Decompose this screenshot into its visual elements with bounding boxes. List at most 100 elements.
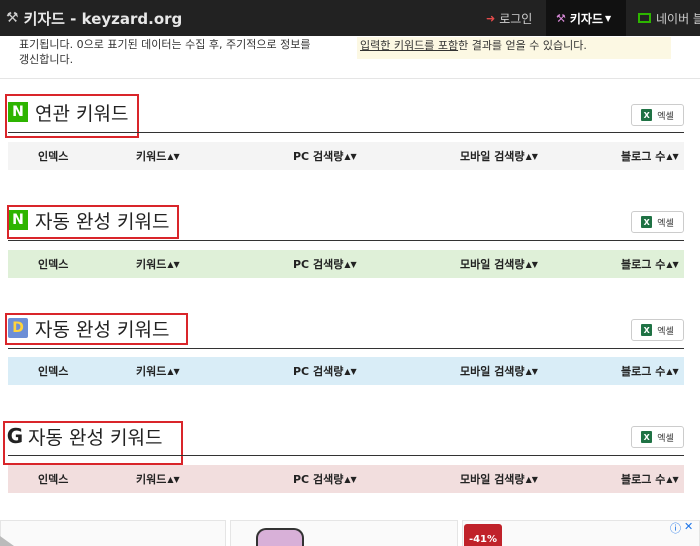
section-google-autocomplete: G 자동 완성 키워드 X 엑셀 인덱스 키워드 ▲▼ PC 검색량 ▲▼ 모바일 … [0,421,700,529]
sort-icon: ▲▼ [167,259,180,269]
naver-blog-link[interactable]: 네이버 블 [628,0,700,36]
info-text: 표기됩니다. 0으로 표기된 데이터는 수집 후, 주기적으로 정보를 갱신합니… [19,37,349,67]
column-header-mobile-volume-label: 모바일 검색량 [460,258,525,271]
caret-down-icon: ▼ [605,13,612,23]
info-callout: 입력한 키워드를 포함한 결과를 얻을 수 있습니다. [357,37,671,59]
excel-icon: X [641,109,653,121]
section-naver-related: N 연관 키워드 X 엑셀 인덱스 키워드 ▲▼ PC 검색량 ▲▼ 모바일 검색량… [0,94,700,205]
column-header-pc-volume-label: PC 검색량 [293,150,344,163]
section-daum-autocomplete: D 자동 완성 키워드 X 엑셀 인덱스 키워드 ▲▼ PC 검색량 ▲▼ 모바일 … [0,313,700,421]
info-text-line2: 갱신합니다. [19,53,74,66]
column-header-pc-volume[interactable]: PC 검색량 ▲▼ [293,142,357,170]
column-header-blog-count[interactable]: 블로그 수 ▲▼ [621,465,679,493]
column-header-blog-count-label: 블로그 수 [621,258,666,271]
excel-icon: X [641,324,653,336]
column-header-blog-count[interactable]: 블로그 수 ▲▼ [621,142,679,170]
column-header-mobile-volume[interactable]: 모바일 검색량 ▲▼ [460,250,538,278]
sort-icon: ▲▼ [666,259,679,269]
sort-icon: ▲▼ [344,474,357,484]
excel-export-button[interactable]: X 엑셀 [631,426,684,448]
column-header-keyword[interactable]: 키워드 ▲▼ [136,250,180,278]
sort-icon: ▲▼ [666,151,679,161]
naver-blog-label: 네이버 블 [656,11,700,26]
sort-icon: ▲▼ [666,366,679,376]
keyword-menu-label: 키자드 [569,11,603,26]
table-header: 인덱스 키워드 ▲▼ PC 검색량 ▲▼ 모바일 검색량 ▲▼ 블로그 수 ▲▼ [8,142,684,170]
column-header-keyword[interactable]: 키워드 ▲▼ [136,465,180,493]
table-header: 인덱스 키워드 ▲▼ PC 검색량 ▲▼ 모바일 검색량 ▲▼ 블로그 수 ▲▼ [8,250,684,278]
ad-banner[interactable]: -41% ⓘ ✕ [0,518,700,546]
column-header-mobile-volume-label: 모바일 검색량 [460,365,525,378]
sort-icon: ▲▼ [344,259,357,269]
column-header-blog-count[interactable]: 블로그 수 ▲▼ [621,357,679,385]
sort-icon: ▲▼ [344,151,357,161]
sort-icon: ▲▼ [525,151,538,161]
table-header: 인덱스 키워드 ▲▼ PC 검색량 ▲▼ 모바일 검색량 ▲▼ 블로그 수 ▲▼ [8,357,684,385]
discount-badge: -41% [464,524,502,546]
column-header-mobile-volume[interactable]: 모바일 검색량 ▲▼ [460,465,538,493]
column-header-pc-volume[interactable]: PC 검색량 ▲▼ [293,465,357,493]
naver-blog-icon [638,13,651,23]
sort-icon: ▲▼ [525,259,538,269]
section-rule [8,132,684,133]
excel-export-button[interactable]: X 엑셀 [631,211,684,233]
column-header-keyword-label: 키워드 [136,473,167,486]
sort-icon: ▲▼ [167,151,180,161]
section-rule [8,455,684,456]
column-header-blog-count[interactable]: 블로그 수 ▲▼ [621,250,679,278]
column-header-mobile-volume[interactable]: 모바일 검색량 ▲▼ [460,357,538,385]
excel-export-button[interactable]: X 엑셀 [631,104,684,126]
login-label: 로그인 [499,11,533,26]
column-header-blog-count-label: 블로그 수 [621,150,666,163]
column-header-keyword[interactable]: 키워드 ▲▼ [136,357,180,385]
column-header-keyword[interactable]: 키워드 ▲▼ [136,142,180,170]
sort-icon: ▲▼ [666,474,679,484]
sort-icon: ▲▼ [525,474,538,484]
column-header-mobile-volume[interactable]: 모바일 검색량 ▲▼ [460,142,538,170]
column-header-pc-volume-label: PC 검색량 [293,473,344,486]
sort-icon: ▲▼ [525,366,538,376]
section-rule [8,240,684,241]
highlight-box [3,421,183,465]
table-header: 인덱스 키워드 ▲▼ PC 검색량 ▲▼ 모바일 검색량 ▲▼ 블로그 수 ▲▼ [8,465,684,493]
close-icon[interactable]: ✕ [684,520,693,536]
brand-link[interactable]: ⚒ 키자드 - keyzard.org [6,0,182,36]
column-header-blog-count-label: 블로그 수 [621,365,666,378]
column-header-pc-volume[interactable]: PC 검색량 ▲▼ [293,357,357,385]
divider [0,78,700,79]
column-header-blog-count-label: 블로그 수 [621,473,666,486]
excel-export-button[interactable]: X 엑셀 [631,319,684,341]
excel-icon: X [641,216,653,228]
column-header-mobile-volume-label: 모바일 검색량 [460,473,525,486]
ad-card[interactable] [0,520,226,546]
top-navbar: ⚒ 키자드 - keyzard.org ➜ 로그인 ⚒ 키자드 ▼ 네이버 블 [0,0,700,36]
highlight-box [5,313,188,345]
excel-label: 엑셀 [657,433,674,444]
column-header-index: 인덱스 [38,473,69,486]
ad-controls: ⓘ ✕ [670,520,693,536]
column-header-index: 인덱스 [38,365,69,378]
section-rule [8,348,684,349]
excel-icon: X [641,431,653,443]
column-header-pc-volume-label: PC 검색량 [293,365,344,378]
info-text-line1: 표기됩니다. 0으로 표기된 데이터는 수집 후, 주기적으로 정보를 [19,38,311,51]
column-header-index: 인덱스 [38,258,69,271]
column-header-keyword-label: 키워드 [136,258,167,271]
keyword-menu-dropdown[interactable]: ⚒ 키자드 ▼ [546,0,626,36]
sign-in-icon: ➜ [486,11,496,25]
column-header-keyword-label: 키워드 [136,365,167,378]
magic-wand-icon: ⚒ [6,10,19,26]
column-header-index: 인덱스 [38,150,69,163]
excel-label: 엑셀 [657,218,674,229]
magic-wand-icon: ⚒ [556,11,566,25]
login-link[interactable]: ➜ 로그인 [476,0,542,36]
section-naver-autocomplete: N 자동 완성 키워드 X 엑셀 인덱스 키워드 ▲▼ PC 검색량 ▲▼ 모바일 … [0,205,700,313]
sort-icon: ▲▼ [167,366,180,376]
highlight-box [7,205,179,239]
column-header-pc-volume[interactable]: PC 검색량 ▲▼ [293,250,357,278]
column-header-pc-volume-label: PC 검색량 [293,258,344,271]
ad-image [256,528,304,546]
ad-choices-icon[interactable]: ⓘ [670,520,681,536]
sort-icon: ▲▼ [167,474,180,484]
column-header-keyword-label: 키워드 [136,150,167,163]
